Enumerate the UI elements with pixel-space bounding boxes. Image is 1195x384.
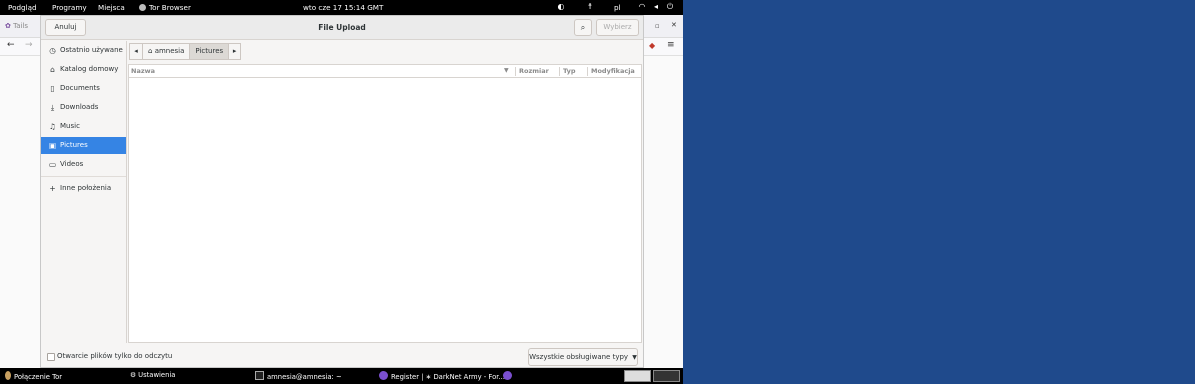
search-button[interactable]: ⌕ (574, 19, 592, 36)
document-icon: ▯ (50, 84, 55, 93)
places-sidebar: ◷ Ostatnio używane ⌂ Katalog domowy ▯ Do… (41, 41, 127, 343)
sidebar-item-documents[interactable]: ▯ Documents (41, 80, 126, 97)
tor-onion-icon (5, 371, 11, 380)
sidebar-item-home[interactable]: ⌂ Katalog domowy (41, 61, 126, 78)
path-segment-home[interactable]: ⌂ amnesia (143, 43, 191, 60)
keyboard-layout[interactable]: pl (614, 3, 621, 12)
select-button[interactable]: Wybierz (596, 19, 639, 36)
sidebar-item-other-locations[interactable]: + Inne położenia (41, 180, 126, 197)
taskbar-item-terminal[interactable]: amnesia@amnesia: ~ (255, 371, 342, 381)
column-separator (515, 67, 516, 76)
path-segment-pictures[interactable]: Pictures (190, 43, 230, 60)
tor-browser-icon (503, 371, 512, 380)
tor-icon (139, 4, 146, 11)
workspace-2[interactable] (653, 370, 680, 382)
search-icon: ⌕ (580, 23, 586, 32)
filter-dropdown[interactable]: Wszystkie obsługiwane typy ▼ (528, 348, 638, 366)
column-separator (587, 67, 588, 76)
dialog-header: Anuluj File Upload ⌕ Wybierz (41, 16, 643, 40)
sidebar-item-downloads[interactable]: ⤓ Downloads (41, 99, 126, 116)
ublock-icon[interactable]: ◆ (649, 41, 655, 50)
close-window-icon[interactable]: ✕ (671, 21, 677, 29)
home-icon: ⌂ (50, 65, 55, 74)
chevron-left-icon: ◂ (134, 47, 138, 55)
music-icon: ♫ (49, 122, 56, 131)
file-upload-dialog: Anuluj File Upload ⌕ Wybierz ◷ Ostatnio … (40, 15, 644, 368)
tor-browser-menu[interactable]: Tor Browser (139, 3, 191, 12)
hamburger-menu-icon[interactable]: ≡ (667, 40, 675, 50)
taskbar-item-browser-2[interactable] (503, 371, 512, 381)
chevron-down-icon: ▼ (632, 354, 637, 361)
download-icon: ⤓ (50, 103, 55, 112)
menu-miejsca[interactable]: Miejsca (98, 3, 125, 12)
column-separator (559, 67, 560, 76)
path-forward-button[interactable]: ▸ (229, 43, 242, 60)
plus-icon: + (49, 184, 56, 193)
menu-programy[interactable]: Programy (52, 3, 87, 12)
top-panel: Podgląd Programy Miejsca Tor Browser wto… (0, 0, 683, 15)
column-type[interactable]: Typ (563, 65, 576, 77)
column-size[interactable]: Rozmiar (519, 65, 549, 77)
workspace-1[interactable] (624, 370, 651, 382)
path-back-button[interactable]: ◂ (129, 43, 143, 60)
sidebar-item-videos[interactable]: ▭ Videos (41, 156, 126, 173)
taskbar: Połączenie Tor ⚙ Ustawienia amnesia@amnes… (0, 368, 683, 384)
gear-icon: ⚙ (130, 371, 137, 379)
readonly-checkbox[interactable] (47, 353, 55, 361)
readonly-label[interactable]: Otwarcie plików tylko do odczytu (57, 352, 172, 360)
sidebar-separator (41, 176, 126, 177)
menu-podglad[interactable]: Podgląd (8, 3, 37, 12)
dialog-footer: Otwarcie plików tylko do odczytu Wszystk… (41, 346, 643, 368)
volume-icon[interactable]: ◂ (651, 2, 661, 12)
wifi-icon[interactable]: ◠ (637, 2, 647, 12)
pictures-icon: ▣ (48, 141, 57, 150)
sidebar-item-pictures[interactable]: ▣ Pictures (41, 137, 126, 154)
clock[interactable]: wto cze 17 15:14 GMT (303, 3, 383, 12)
column-name[interactable]: Nazwa (131, 65, 155, 77)
sidebar-item-music[interactable]: ♫ Music (41, 118, 126, 135)
clock-icon: ◷ (49, 46, 56, 55)
sidebar-item-recent[interactable]: ◷ Ostatnio używane (41, 42, 126, 59)
terminal-icon (255, 371, 264, 380)
minimize-icon[interactable]: ▫ (655, 22, 660, 30)
back-icon[interactable]: ← (7, 40, 15, 50)
browser-tab[interactable]: ✿ Tails (5, 22, 28, 30)
column-modified[interactable]: Modyfikacja (591, 65, 635, 77)
taskbar-item-browser[interactable]: Register | ∗ DarkNet Army - For... (379, 371, 505, 381)
path-bar: ◂ ⌂ amnesia Pictures ▸ (129, 43, 242, 60)
taskbar-item-settings[interactable]: ⚙ Ustawienia (130, 371, 175, 379)
tab-favicon-icon: ✿ (5, 22, 11, 30)
tor-status-icon[interactable]: ◐ (556, 2, 566, 12)
dialog-title: File Upload (318, 23, 366, 32)
file-list[interactable]: Nazwa ▼ Rozmiar Typ Modyfikacja (128, 64, 642, 343)
desktop-background (683, 0, 1195, 384)
video-icon: ▭ (48, 160, 57, 169)
sort-arrow-icon[interactable]: ▼ (504, 65, 509, 77)
accessibility-icon[interactable]: ☨ (585, 2, 595, 12)
header-divider (129, 77, 641, 78)
home-icon: ⌂ (148, 47, 153, 55)
chevron-right-icon: ▸ (232, 47, 237, 55)
power-icon[interactable]: ⏻ (665, 2, 675, 12)
forward-icon[interactable]: → (25, 40, 33, 50)
tor-browser-icon (379, 371, 388, 380)
taskbar-item-tor-connection[interactable]: Połączenie Tor (5, 371, 62, 381)
